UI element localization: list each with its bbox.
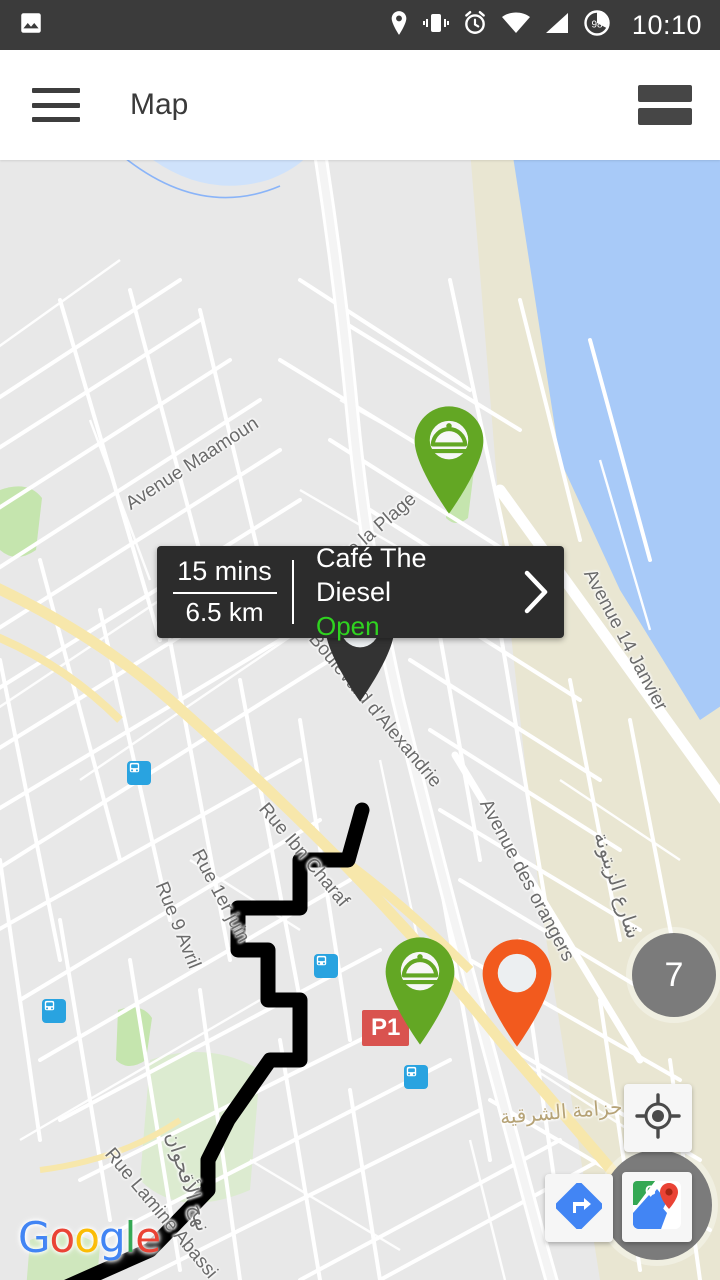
vibrate-icon — [422, 10, 449, 41]
route-divider — [172, 592, 277, 595]
bus-stop-icon[interactable] — [42, 999, 66, 1023]
status-bar-clock: 10:10 — [631, 9, 702, 40]
google-logo-letter: g — [98, 1213, 126, 1262]
status-bar-right-icons: 98 10:10 — [388, 9, 702, 42]
status-bar-left-icons — [18, 10, 44, 41]
google-maps-logo-icon: G — [631, 1179, 683, 1236]
chevron-right-icon[interactable] — [508, 546, 564, 638]
google-logo-letter: l — [124, 1213, 137, 1262]
app-bar: Map — [0, 50, 720, 160]
svg-text:G: G — [645, 1182, 656, 1198]
bus-stop-icon[interactable] — [314, 954, 338, 978]
place-status-badge: Open — [316, 610, 380, 641]
bus-stop-icon[interactable] — [404, 1065, 428, 1089]
list-view-icon[interactable] — [638, 85, 692, 125]
image-icon — [18, 10, 44, 41]
google-logo-letter: o — [49, 1213, 76, 1262]
alarm-icon — [462, 10, 488, 41]
google-logo-letter: e — [135, 1213, 161, 1262]
cell-signal-icon — [544, 11, 570, 40]
place-name: Café The Diesel — [316, 543, 427, 607]
directions-button[interactable] — [545, 1174, 613, 1242]
location-pin-icon — [388, 10, 410, 41]
my-location-crosshair-icon — [635, 1092, 681, 1144]
directions-arrow-icon — [555, 1181, 603, 1234]
map-screen: 98 10:10 Map Avenue Maamoun Boulevard d'… — [0, 0, 720, 1280]
wifi-icon — [501, 11, 531, 40]
bus-stop-icon[interactable] — [127, 761, 151, 785]
google-maps-shortcut-button[interactable]: G — [622, 1172, 692, 1242]
route-distance: 6.5 km — [185, 597, 264, 628]
route-duration: 15 mins — [177, 556, 272, 587]
route-summary: 15 mins 6.5 km — [157, 546, 292, 638]
marker-cluster-badge[interactable]: 7 — [632, 933, 716, 1017]
google-logo-letter: o — [74, 1213, 100, 1262]
google-logo-letter: G — [18, 1213, 51, 1262]
my-location-button[interactable] — [624, 1084, 692, 1152]
page-title: Map — [130, 88, 189, 121]
hamburger-menu-icon[interactable] — [32, 88, 80, 122]
map-vector-layer — [0, 160, 720, 1280]
status-bar: 98 10:10 — [0, 0, 720, 50]
battery-icon: 98 — [583, 9, 611, 42]
place-info-card[interactable]: 15 mins 6.5 km Café The Diesel Open — [157, 543, 564, 641]
google-logo-watermark: Google — [18, 1213, 161, 1262]
place-details: Café The Diesel Open — [294, 543, 508, 641]
battery-level-text: 98 — [591, 19, 603, 30]
map-canvas[interactable]: Avenue MaamounRoute de la PlageBoulevard… — [0, 160, 720, 1280]
